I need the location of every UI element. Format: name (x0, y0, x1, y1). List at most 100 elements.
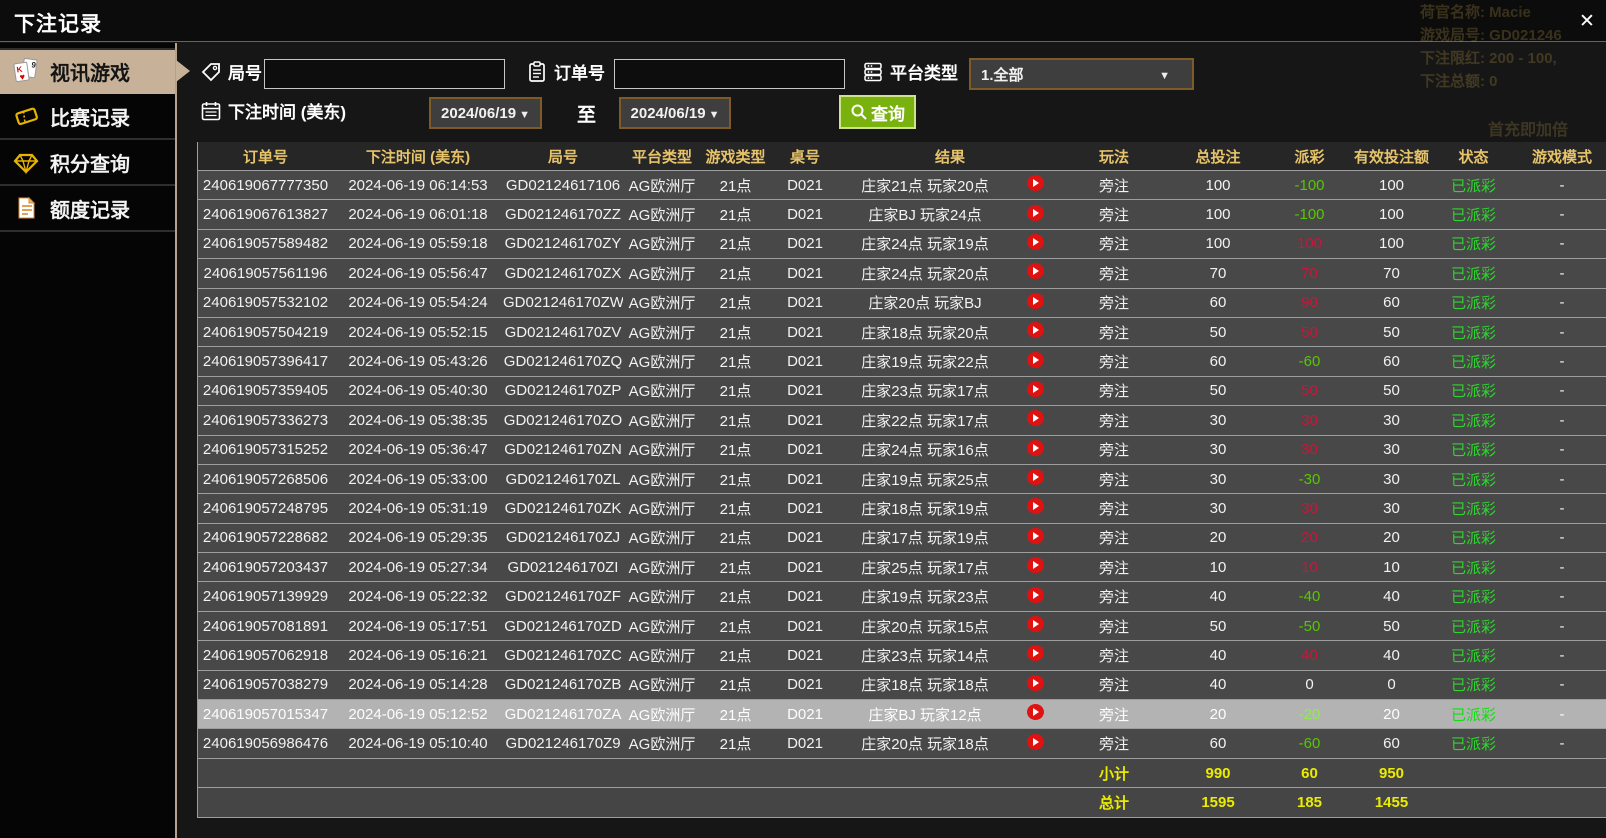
cell-game-type: 21点 (701, 380, 770, 401)
sidebar-item-video-games[interactable]: 9 K ♥ 视讯游戏 (0, 48, 175, 94)
table-row[interactable]: 240619057532102 2024-06-19 05:54:24 GD02… (198, 288, 1606, 317)
subtotal-total-bet: 990 (1168, 765, 1268, 782)
cell-table-no: D021 (770, 265, 840, 282)
table-row[interactable]: 240619057561196 2024-06-19 05:56:47 GD02… (198, 258, 1606, 287)
replay-icon[interactable] (1027, 263, 1044, 279)
replay-icon[interactable] (1027, 234, 1044, 250)
replay-icon[interactable] (1027, 205, 1044, 221)
table-row[interactable]: 240619057203437 2024-06-19 05:27:34 GD02… (198, 552, 1606, 581)
replay-icon[interactable] (1027, 410, 1044, 426)
cell-bet-time: 2024-06-19 05:12:52 (333, 706, 503, 723)
cell-valid-bet: 60 (1351, 735, 1432, 752)
cell-order-id: 240619057359405 (198, 382, 333, 399)
order-id-input[interactable] (614, 59, 845, 89)
replay-icon[interactable] (1027, 469, 1044, 485)
table-row[interactable]: 240619067777350 2024-06-19 06:14:53 GD02… (198, 170, 1606, 199)
sidebar-item-label: 积分查询 (50, 148, 130, 177)
cell-bet-type: 旁注 (1060, 263, 1168, 284)
cell-round-id: GD021246170ZX (503, 265, 623, 282)
replay-icon[interactable] (1027, 645, 1044, 661)
sidebar-item-match-records[interactable]: 比赛记录 (0, 94, 175, 140)
cell-table-no: D021 (770, 500, 840, 517)
cell-status: 已派彩 (1432, 674, 1515, 695)
table-row[interactable]: 240619067613827 2024-06-19 06:01:18 GD02… (198, 199, 1606, 228)
replay-icon[interactable] (1027, 322, 1044, 338)
replay-icon[interactable] (1027, 557, 1044, 573)
cell-status: 已派彩 (1432, 233, 1515, 254)
cell-bet-type: 旁注 (1060, 704, 1168, 725)
content-area: 局号 订单号 (179, 43, 1606, 838)
cell-payout: -30 (1268, 471, 1351, 488)
date-to-select[interactable]: 2024/06/19 (619, 97, 731, 129)
replay-icon[interactable] (1027, 616, 1044, 632)
table-row[interactable]: 240619057315252 2024-06-19 05:36:47 GD02… (198, 435, 1606, 464)
table-row[interactable]: 240619056986476 2024-06-19 05:10:40 GD02… (198, 728, 1606, 757)
cell-result: 庄家23点 玩家14点 (840, 645, 1010, 666)
replay-icon[interactable] (1027, 528, 1044, 544)
cell-round-id: GD021246170ZK (503, 500, 623, 517)
betting-records-window: 荷官名称: Macie游戏局号: GD021246下注限红: 200 - 100… (0, 0, 1606, 838)
search-button[interactable]: 查询 (839, 95, 916, 129)
cell-total-bet: 100 (1168, 206, 1268, 223)
cell-round-id: GD021246170ZN (503, 441, 623, 458)
replay-icon[interactable] (1027, 675, 1044, 691)
table-row[interactable]: 240619057359405 2024-06-19 05:40:30 GD02… (198, 376, 1606, 405)
replay-icon[interactable] (1027, 704, 1044, 720)
close-icon[interactable]: ✕ (1574, 9, 1600, 35)
date-from-select[interactable]: 2024/06/19 (429, 97, 542, 129)
cell-total-bet: 20 (1168, 529, 1268, 546)
cell-bet-time: 2024-06-19 05:43:26 (333, 353, 503, 370)
replay-icon[interactable] (1027, 587, 1044, 603)
cell-bet-type: 旁注 (1060, 410, 1168, 431)
cell-game-type: 21点 (701, 469, 770, 490)
cell-status: 已派彩 (1432, 616, 1515, 637)
cell-game-mode: - (1515, 529, 1606, 546)
cell-order-id: 240619057504219 (198, 324, 333, 341)
cell-platform: AG欧洲厅 (623, 469, 701, 490)
server-list-icon (862, 61, 884, 83)
header-bet-type: 玩法 (1060, 146, 1168, 167)
table-row[interactable]: 240619057396417 2024-06-19 05:43:26 GD02… (198, 346, 1606, 375)
table-row[interactable]: 240619057336273 2024-06-19 05:38:35 GD02… (198, 405, 1606, 434)
cell-bet-time: 2024-06-19 05:22:32 (333, 588, 503, 605)
cell-order-id: 240619057336273 (198, 412, 333, 429)
table-row[interactable]: 240619057589482 2024-06-19 05:59:18 GD02… (198, 229, 1606, 258)
replay-icon[interactable] (1027, 381, 1044, 397)
table-row[interactable]: 240619057015347 2024-06-19 05:12:52 GD02… (198, 699, 1606, 728)
cell-result: 庄家19点 玩家25点 (840, 469, 1010, 490)
replay-icon[interactable] (1027, 352, 1044, 368)
replay-icon[interactable] (1027, 734, 1044, 750)
table-row[interactable]: 240619057139929 2024-06-19 05:22:32 GD02… (198, 581, 1606, 610)
replay-icon[interactable] (1027, 498, 1044, 514)
bet-time-filter-label-group: 下注时间 (美东) (200, 98, 346, 123)
chevron-down-icon (709, 105, 720, 122)
replay-icon[interactable] (1027, 175, 1044, 191)
platform-type-select[interactable]: 1.全部 (969, 58, 1194, 90)
cell-order-id: 240619057228682 (198, 529, 333, 546)
cell-game-mode: - (1515, 206, 1606, 223)
sidebar-item-quota-records[interactable]: 额度记录 (0, 186, 175, 232)
table-row[interactable]: 240619057081891 2024-06-19 05:17:51 GD02… (198, 611, 1606, 640)
cell-result: 庄家19点 玩家23点 (840, 586, 1010, 607)
table-row[interactable]: 240619057062918 2024-06-19 05:16:21 GD02… (198, 640, 1606, 669)
cell-total-bet: 40 (1168, 647, 1268, 664)
cell-payout: -20 (1268, 706, 1351, 723)
cell-bet-type: 旁注 (1060, 557, 1168, 578)
table-row[interactable]: 240619057228682 2024-06-19 05:29:35 GD02… (198, 523, 1606, 552)
table-row[interactable]: 240619057268506 2024-06-19 05:33:00 GD02… (198, 464, 1606, 493)
round-id-input[interactable] (264, 59, 505, 89)
table-row[interactable]: 240619057038279 2024-06-19 05:14:28 GD02… (198, 670, 1606, 699)
table-header-row: 订单号 下注时间 (美东) 局号 平台类型 游戏类型 桌号 结果 玩法 总投注 … (198, 142, 1606, 170)
cell-round-id: GD021246170Z9 (503, 735, 623, 752)
table-row[interactable]: 240619057248795 2024-06-19 05:31:19 GD02… (198, 493, 1606, 522)
table-row[interactable]: 240619057504219 2024-06-19 05:52:15 GD02… (198, 317, 1606, 346)
header-total-bet: 总投注 (1168, 146, 1268, 167)
cell-table-no: D021 (770, 471, 840, 488)
cell-order-id: 240619057532102 (198, 294, 333, 311)
replay-icon[interactable] (1027, 293, 1044, 309)
cell-table-no: D021 (770, 177, 840, 194)
cell-valid-bet: 100 (1351, 177, 1432, 194)
replay-icon[interactable] (1027, 440, 1044, 456)
cell-game-type: 21点 (701, 175, 770, 196)
sidebar-item-points-query[interactable]: 积分查询 (0, 140, 175, 186)
